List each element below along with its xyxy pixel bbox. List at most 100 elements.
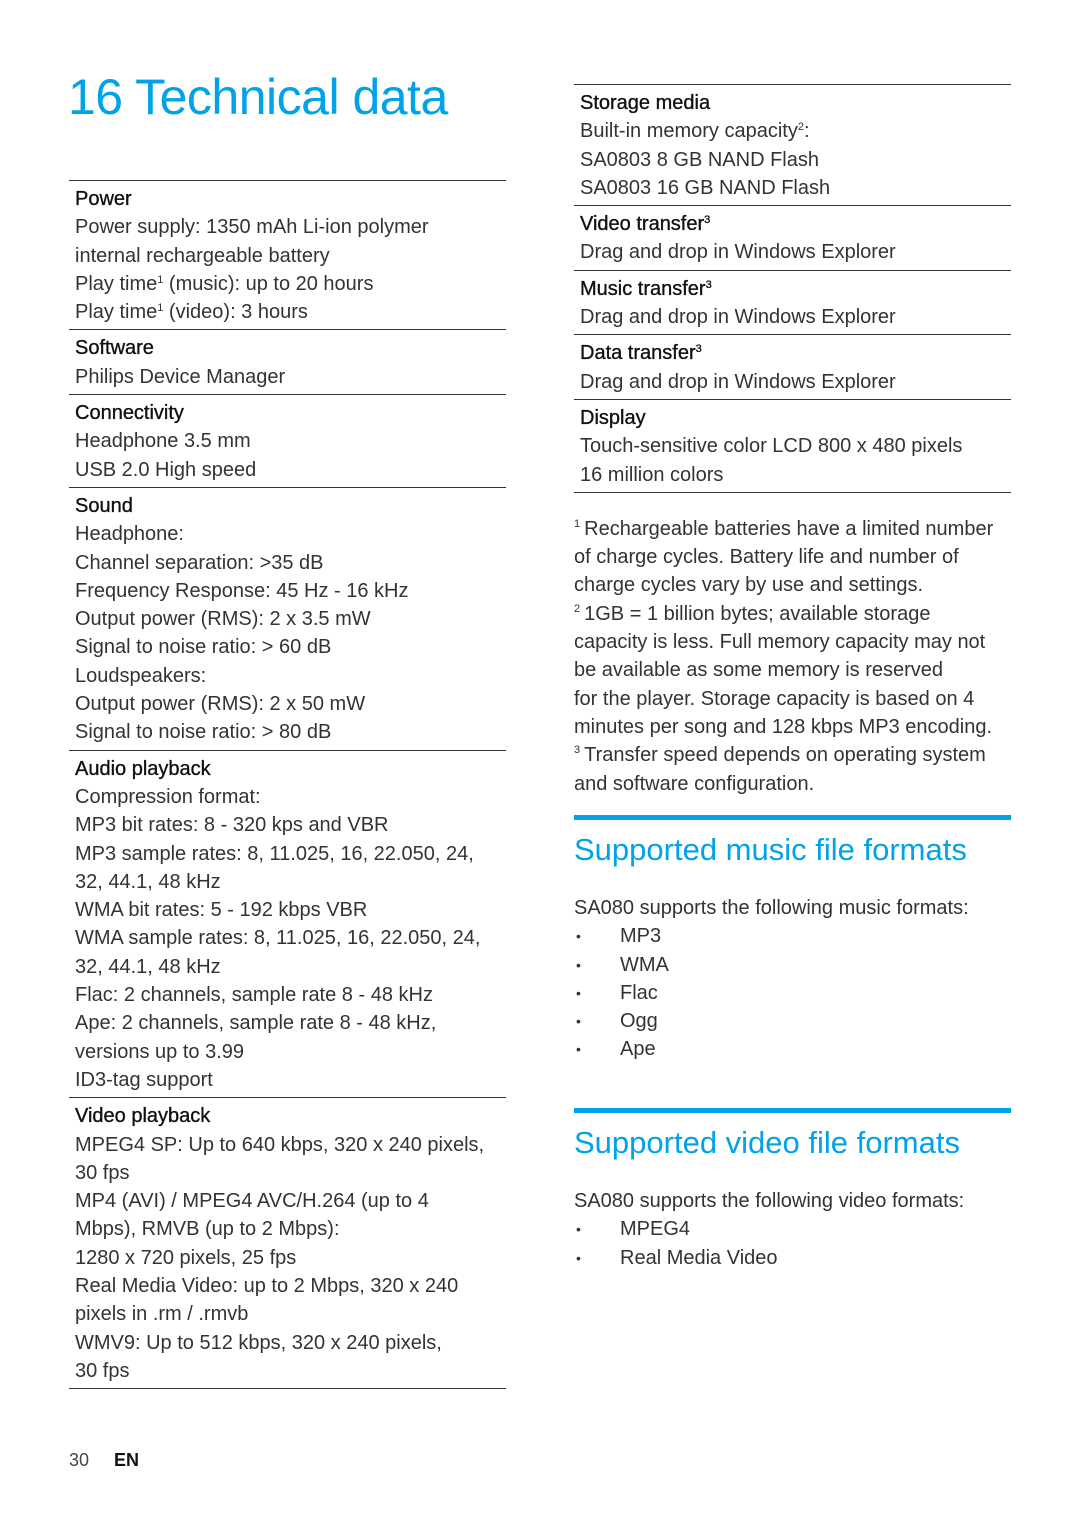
- spec-line: Philips Device Manager: [75, 365, 286, 388]
- bullet-icon: •: [576, 956, 581, 973]
- spec-heading: Software: [75, 337, 154, 360]
- footnote-ref: 1: [157, 273, 164, 286]
- footnote-mark: 2: [574, 602, 581, 615]
- spec-group: Storage media Built-in memory capacity2: S…: [574, 85, 1011, 207]
- footnote-line: of charge cycles. Battery life and numbe…: [574, 546, 959, 569]
- spec-heading: Sound: [75, 494, 133, 517]
- list-item-label: Real Media Video: [620, 1246, 778, 1269]
- spec-line: Play time1 (music): up to 20 hours: [75, 272, 374, 295]
- spec-line: Channel separation: >35 dB: [75, 551, 324, 574]
- list-item-label: MP3: [620, 925, 662, 948]
- list-item-label: WMA: [620, 953, 669, 976]
- spec-line: Power supply: 1350 mAh Li-ion polymer: [75, 216, 429, 239]
- section-rule: [574, 1108, 1011, 1113]
- footnote-ref: 3: [705, 278, 712, 291]
- music-formats-section: Supported music file formats SA080 suppo…: [574, 815, 1011, 1064]
- footnotes: 1 Rechargeable batteries have a limited n…: [574, 515, 1011, 798]
- spec-line: Built-in memory capacity2:: [580, 120, 810, 143]
- spec-group: Software Philips Device Manager: [69, 330, 506, 396]
- spec-line: SA0803 8 GB NAND Flash: [580, 148, 819, 171]
- video-formats-title: Supported video file formats: [574, 1125, 960, 1160]
- footnote-line: capacity is less. Full memory capacity m…: [574, 631, 986, 654]
- spec-line: ID3-tag support: [75, 1068, 213, 1091]
- spec-line: Headphone 3.5 mm: [75, 430, 251, 453]
- spec-heading: Data transfer3: [580, 342, 702, 365]
- list-item: • MP3: [574, 922, 1011, 950]
- list-item-label: Ape: [620, 1038, 656, 1061]
- spec-line: Signal to noise ratio: > 80 dB: [75, 721, 332, 744]
- footnote-mark: 1: [574, 517, 581, 530]
- bullet-icon: •: [576, 1221, 581, 1238]
- footnote: 1 Rechargeable batteries have a limited n…: [574, 515, 1011, 600]
- footnote-ref: 1: [157, 302, 164, 315]
- footnote-line: be available as some memory is reserved: [574, 659, 944, 682]
- footnote-line: for the player. Storage capacity is base…: [574, 687, 975, 710]
- spec-line: Compression format:: [75, 785, 261, 808]
- spec-line: Output power (RMS): 2 x 50 mW: [75, 693, 366, 716]
- page-footer: 30 EN: [69, 1450, 139, 1471]
- spec-line: MP4 (AVI) / MPEG4 AVC/H.264 (up to 4: [75, 1190, 429, 1213]
- bullet-icon: •: [576, 984, 581, 1001]
- spec-group: Sound Headphone: Channel separation: >35 d…: [69, 488, 506, 751]
- footnote-line: and software configuration.: [574, 772, 815, 795]
- spec-line: MP3 sample rates: 8, 11.025, 16, 22.050,…: [75, 842, 474, 865]
- page-number: 30: [69, 1450, 90, 1470]
- spec-line: Real Media Video: up to 2 Mbps, 320 x 24…: [75, 1274, 459, 1297]
- footnote-line: 2 1GB = 1 billion bytes; available storag…: [574, 602, 931, 625]
- video-formats-section: Supported video file formats SA080 suppo…: [574, 1108, 1011, 1272]
- spec-group: Connectivity Headphone 3.5 mm USB 2.0 High…: [69, 395, 506, 488]
- music-formats-list: • MP3 • WMA • Flac • Ogg • Ape: [574, 922, 1011, 1063]
- spec-line: internal rechargeable battery: [75, 244, 330, 267]
- spec-line: Signal to noise ratio: > 60 dB: [75, 636, 332, 659]
- spec-line: pixels in .rm / .rmvb: [75, 1303, 249, 1326]
- page-title: 16 Technical data: [68, 69, 448, 125]
- spec-line: 30 fps: [75, 1161, 130, 1184]
- spec-group: Audio playback Compression format: MP3 bit…: [69, 751, 506, 1099]
- spec-heading: Music transfer3: [580, 277, 712, 300]
- spec-line: USB 2.0 High speed: [75, 458, 257, 481]
- bullet-icon: •: [576, 1041, 581, 1058]
- spec-table: Storage media Built-in memory capacity2: S…: [574, 84, 1011, 493]
- section-rule: [574, 815, 1011, 820]
- spec-line: SA0803 16 GB NAND Flash: [580, 176, 831, 199]
- spec-table-left: Power Power supply: 1350 mAh Li-ion polym…: [69, 180, 506, 1390]
- spec-heading: Video transfer3: [580, 213, 711, 236]
- spec-line: 1280 x 720 pixels, 25 fps: [75, 1246, 297, 1269]
- footnote-ref: 2: [797, 121, 804, 134]
- spec-heading: Connectivity: [75, 402, 184, 425]
- spec-line: Play time1 (video): 3 hours: [75, 301, 308, 324]
- list-item: • Ape: [574, 1035, 1011, 1063]
- footnote-line: 1 Rechargeable batteries have a limited n…: [574, 517, 994, 540]
- spec-group: Data transfer3 Drag and drop in Windows E…: [574, 335, 1011, 400]
- list-item: • Flac: [574, 979, 1011, 1007]
- spec-line: 32, 44.1, 48 kHz: [75, 955, 221, 978]
- language-code: EN: [114, 1450, 140, 1470]
- spec-line: Mbps), RMVB (up to 2 Mbps):: [75, 1218, 340, 1241]
- spec-heading: Display: [580, 406, 646, 429]
- spec-heading: Audio playback: [75, 757, 211, 780]
- spec-line: 32, 44.1, 48 kHz: [75, 870, 221, 893]
- list-item-label: MPEG4: [620, 1218, 691, 1241]
- video-formats-list: • MPEG4 • Real Media Video: [574, 1215, 1011, 1272]
- footnote: 2 1GB = 1 billion bytes; available storag…: [574, 600, 1011, 741]
- spec-heading: Storage media: [580, 92, 711, 114]
- list-item: • WMA: [574, 951, 1011, 979]
- list-item-label: Ogg: [620, 1010, 658, 1033]
- list-item: • Real Media Video: [574, 1244, 1011, 1272]
- footnote-line: charge cycles vary by use and settings.: [574, 574, 924, 597]
- spec-heading: Video playback: [75, 1105, 211, 1128]
- spec-line: Touch-sensitive color LCD 800 x 480 pixe…: [580, 435, 963, 458]
- footnote: 3 Transfer speed depends on operating sys…: [574, 741, 1011, 798]
- spec-line: 16 million colors: [580, 463, 724, 486]
- footnote-line: minutes per song and 128 kbps MP3 encodi…: [574, 715, 993, 738]
- footnote-ref: 3: [695, 343, 702, 356]
- bullet-icon: •: [576, 1249, 581, 1266]
- spec-heading: Power: [75, 188, 132, 210]
- spec-line: WMV9: Up to 512 kbps, 320 x 240 pixels,: [75, 1331, 442, 1354]
- spec-line: 30 fps: [75, 1359, 130, 1382]
- spec-group: Video playback MPEG4 SP: Up to 640 kbps, …: [69, 1098, 506, 1390]
- spec-line: Loudspeakers:: [75, 664, 207, 687]
- video-formats-intro: SA080 supports the following video forma…: [574, 1190, 965, 1212]
- spec-line: Drag and drop in Windows Explorer: [580, 306, 896, 329]
- footnote-ref: 3: [704, 214, 711, 227]
